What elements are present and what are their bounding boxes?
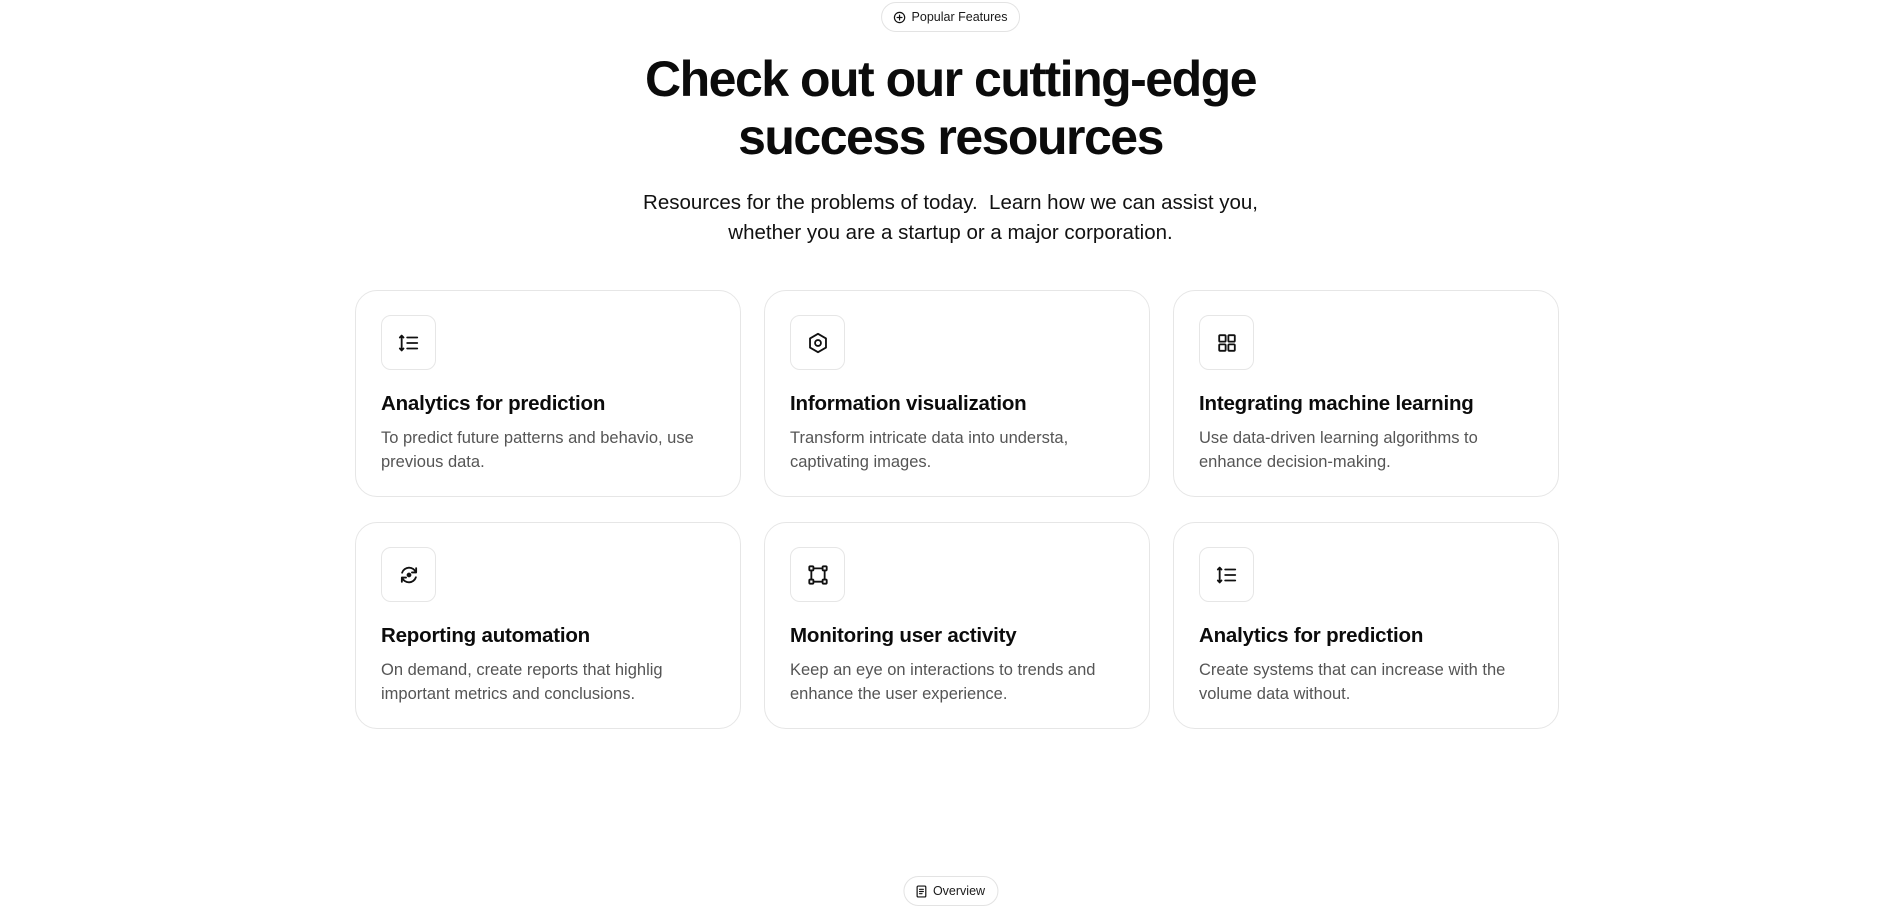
feature-card-analytics-prediction[interactable]: Analytics for prediction To predict futu… bbox=[355, 290, 741, 497]
features-grid: Analytics for prediction To predict futu… bbox=[355, 290, 1560, 729]
overview-badge[interactable]: Overview bbox=[902, 876, 999, 906]
feature-title: Analytics for prediction bbox=[381, 392, 606, 415]
feature-title: Information visualization bbox=[790, 392, 1027, 415]
features-page: Popular Features Check out our cutting-e… bbox=[0, 0, 1901, 907]
page-title: Check out our cutting-edge success resou… bbox=[0, 50, 1901, 166]
popular-features-badge[interactable]: Popular Features bbox=[880, 2, 1021, 32]
feature-card-machine-learning[interactable]: Integrating machine learning Use data-dr… bbox=[1173, 290, 1559, 497]
bounding-box-icon bbox=[790, 547, 845, 602]
feature-card-analytics-prediction-2[interactable]: Analytics for prediction Create systems … bbox=[1173, 522, 1559, 729]
list-ordered-icon bbox=[381, 315, 436, 370]
page-subtitle-line-2: whether you are a startup or a major cor… bbox=[728, 221, 1173, 244]
grid-icon bbox=[1199, 315, 1254, 370]
feature-description: Use data-driven learning algorithms to e… bbox=[1199, 429, 1478, 471]
feature-description: On demand, create reports that highlig i… bbox=[381, 661, 663, 703]
page-subtitle-line-1: Resources for the problems of today. Lea… bbox=[643, 191, 1258, 214]
page-subtitle: Resources for the problems of today. Lea… bbox=[0, 188, 1901, 248]
page-title-line-2: success resources bbox=[738, 109, 1164, 165]
overview-label: Overview bbox=[932, 884, 986, 898]
page-title-line-1: Check out our cutting-edge bbox=[645, 51, 1258, 107]
plus-circle-icon bbox=[893, 11, 906, 24]
refresh-circle-icon bbox=[381, 547, 436, 602]
feature-title: Integrating machine learning bbox=[1199, 392, 1474, 415]
popular-features-label: Popular Features bbox=[911, 10, 1008, 24]
list-ordered-icon bbox=[1199, 547, 1254, 602]
feature-title: Monitoring user activity bbox=[790, 624, 1017, 647]
feature-card-reporting-automation[interactable]: Reporting automation On demand, create r… bbox=[355, 522, 741, 729]
hexagon-icon bbox=[790, 315, 845, 370]
feature-description: Transform intricate data into understa, … bbox=[790, 429, 1069, 471]
feature-description: Create systems that can increase with th… bbox=[1199, 661, 1506, 703]
feature-title: Analytics for prediction bbox=[1199, 624, 1424, 647]
feature-title: Reporting automation bbox=[381, 624, 590, 647]
document-icon bbox=[915, 884, 927, 898]
feature-description: To predict future patterns and behavio, … bbox=[381, 429, 694, 471]
feature-card-information-visualization[interactable]: Information visualization Transform intr… bbox=[764, 290, 1150, 497]
feature-description: Keep an eye on interactions to trends an… bbox=[790, 661, 1096, 703]
feature-card-user-activity[interactable]: Monitoring user activity Keep an eye on … bbox=[764, 522, 1150, 729]
